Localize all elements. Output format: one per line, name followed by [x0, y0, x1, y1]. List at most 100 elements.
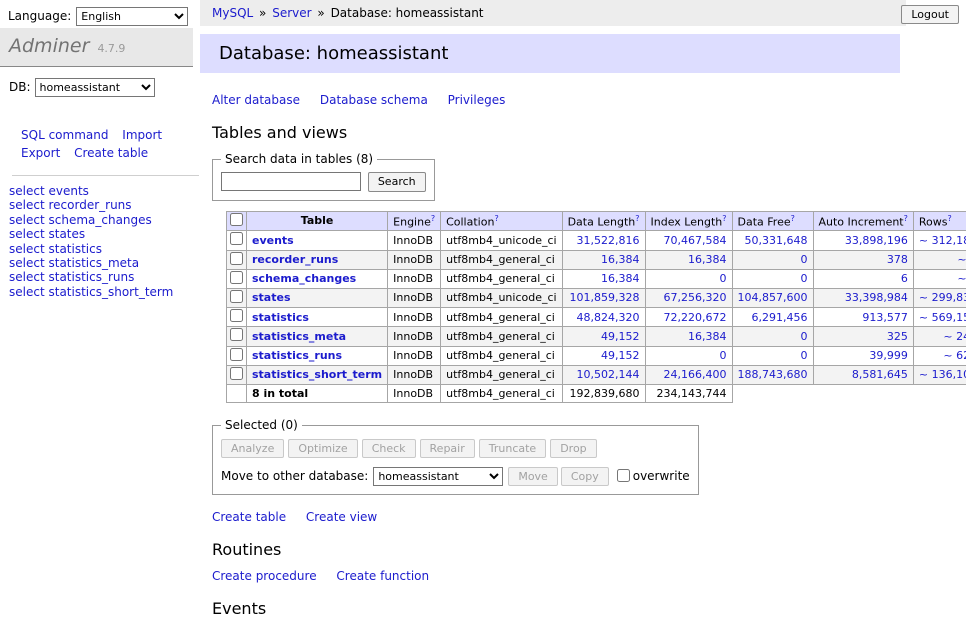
- table-link-statistics_meta[interactable]: statistics_meta: [48, 256, 139, 270]
- analyze-button[interactable]: Analyze: [221, 439, 284, 458]
- rows-link[interactable]: ~ 244: [943, 330, 966, 343]
- search-button[interactable]: Search: [368, 172, 426, 191]
- breadcrumb-link-mysql[interactable]: MySQL: [212, 6, 253, 20]
- index-length-link[interactable]: 16,384: [688, 330, 727, 343]
- breadcrumb-link-server[interactable]: Server: [272, 6, 311, 20]
- sidebar-link-sql-command[interactable]: SQL command: [21, 128, 108, 142]
- rows-help-link[interactable]: ?: [947, 214, 951, 223]
- engine-help-link[interactable]: ?: [431, 214, 435, 223]
- data-length-link[interactable]: 16,384: [601, 272, 640, 285]
- rows-link[interactable]: ~ 3: [957, 272, 966, 285]
- sidebar-link-import[interactable]: Import: [122, 128, 162, 142]
- index-length-link[interactable]: 72,220,672: [664, 311, 727, 324]
- routine-link-create-function[interactable]: Create function: [336, 569, 429, 583]
- auto-increment-link[interactable]: 8,581,645: [852, 368, 908, 381]
- data-length-link[interactable]: 49,152: [601, 349, 640, 362]
- table-name-link-recorder_runs[interactable]: recorder_runs: [252, 253, 338, 266]
- select-link-recorder_runs[interactable]: select: [9, 198, 45, 212]
- sidebar-link-export[interactable]: Export: [21, 146, 60, 160]
- select-link-statistics_runs[interactable]: select: [9, 270, 45, 284]
- data-length-link[interactable]: 31,522,816: [577, 234, 640, 247]
- routine-link-create-procedure[interactable]: Create procedure: [212, 569, 317, 583]
- data-length-link[interactable]: 10,502,144: [577, 368, 640, 381]
- table-link-schema_changes[interactable]: schema_changes: [48, 213, 151, 227]
- table-name-link-statistics[interactable]: statistics: [252, 311, 309, 324]
- data-length-link[interactable]: 49,152: [601, 330, 640, 343]
- table-link-statistics_runs[interactable]: statistics_runs: [48, 270, 134, 284]
- select-link-events[interactable]: select: [9, 184, 45, 198]
- rows-link[interactable]: ~ 628: [943, 349, 966, 362]
- auto-increment-link[interactable]: 378: [887, 253, 908, 266]
- select-all-checkbox[interactable]: [230, 213, 243, 226]
- data-free-link[interactable]: 6,291,456: [752, 311, 808, 324]
- create-link-create-table[interactable]: Create table: [212, 510, 286, 524]
- select-link-states[interactable]: select: [9, 227, 45, 241]
- rows-link[interactable]: ~ 299,833: [919, 291, 966, 304]
- table-name-link-states[interactable]: states: [252, 291, 291, 304]
- data-free-link[interactable]: 104,857,600: [738, 291, 808, 304]
- data-length-help-link[interactable]: ?: [635, 214, 639, 223]
- action-link-alter-database[interactable]: Alter database: [212, 93, 300, 107]
- row-checkbox-statistics_runs[interactable]: [230, 348, 243, 361]
- auto-increment-help-link[interactable]: ?: [904, 214, 908, 223]
- auto-increment-link[interactable]: 325: [887, 330, 908, 343]
- adminer-logo-link[interactable]: Adminer: [9, 35, 89, 57]
- rows-link[interactable]: ~ 312,180: [919, 234, 966, 247]
- index-length-link[interactable]: 0: [720, 349, 727, 362]
- action-link-privileges[interactable]: Privileges: [448, 93, 506, 107]
- data-free-link[interactable]: 188,743,680: [738, 368, 808, 381]
- table-name-link-statistics_meta[interactable]: statistics_meta: [252, 330, 346, 343]
- auto-increment-link[interactable]: 913,577: [862, 311, 908, 324]
- data-free-link[interactable]: 50,331,648: [745, 234, 808, 247]
- row-checkbox-statistics[interactable]: [230, 309, 243, 322]
- check-button[interactable]: Check: [362, 439, 416, 458]
- overwrite-checkbox[interactable]: [617, 469, 630, 482]
- row-checkbox-events[interactable]: [230, 232, 243, 245]
- index-length-help-link[interactable]: ?: [722, 214, 726, 223]
- row-checkbox-recorder_runs[interactable]: [230, 252, 243, 265]
- table-link-states[interactable]: states: [48, 227, 85, 241]
- select-link-statistics[interactable]: select: [9, 242, 45, 256]
- index-length-link[interactable]: 67,256,320: [664, 291, 727, 304]
- data-length-link[interactable]: 101,859,328: [570, 291, 640, 304]
- optimize-button[interactable]: Optimize: [288, 439, 357, 458]
- data-free-link[interactable]: 0: [801, 272, 808, 285]
- auto-increment-link[interactable]: 6: [901, 272, 908, 285]
- move-button[interactable]: Move: [508, 467, 558, 486]
- rows-link[interactable]: ~ 136,108: [919, 368, 966, 381]
- table-name-link-schema_changes[interactable]: schema_changes: [252, 272, 356, 285]
- row-checkbox-schema_changes[interactable]: [230, 271, 243, 284]
- move-db-select[interactable]: homeassistant: [373, 467, 503, 486]
- row-checkbox-statistics_short_term[interactable]: [230, 367, 243, 380]
- index-length-link[interactable]: 24,166,400: [664, 368, 727, 381]
- logout-button[interactable]: Logout: [901, 5, 959, 24]
- drop-button[interactable]: Drop: [550, 439, 596, 458]
- copy-button[interactable]: Copy: [561, 467, 609, 486]
- auto-increment-link[interactable]: 33,398,984: [845, 291, 908, 304]
- select-link-statistics_meta[interactable]: select: [9, 256, 45, 270]
- action-link-database-schema[interactable]: Database schema: [320, 93, 428, 107]
- select-link-statistics_short_term[interactable]: select: [9, 285, 45, 299]
- auto-increment-link[interactable]: 33,898,196: [845, 234, 908, 247]
- index-length-link[interactable]: 70,467,584: [664, 234, 727, 247]
- rows-link[interactable]: ~ 5: [957, 253, 966, 266]
- language-select[interactable]: English: [76, 7, 188, 26]
- table-name-link-statistics_short_term[interactable]: statistics_short_term: [252, 368, 382, 381]
- table-name-link-events[interactable]: events: [252, 234, 294, 247]
- rows-link[interactable]: ~ 569,159: [919, 311, 966, 324]
- select-link-schema_changes[interactable]: select: [9, 213, 45, 227]
- data-free-link[interactable]: 0: [801, 253, 808, 266]
- table-link-recorder_runs[interactable]: recorder_runs: [48, 198, 131, 212]
- truncate-button[interactable]: Truncate: [479, 439, 546, 458]
- index-length-link[interactable]: 16,384: [688, 253, 727, 266]
- data-free-link[interactable]: 0: [801, 330, 808, 343]
- data-length-link[interactable]: 48,824,320: [577, 311, 640, 324]
- table-link-statistics_short_term[interactable]: statistics_short_term: [48, 285, 173, 299]
- data-length-link[interactable]: 16,384: [601, 253, 640, 266]
- data-free-help-link[interactable]: ?: [791, 214, 795, 223]
- db-select[interactable]: homeassistant: [35, 78, 155, 97]
- index-length-link[interactable]: 0: [720, 272, 727, 285]
- table-link-events[interactable]: events: [48, 184, 88, 198]
- data-free-link[interactable]: 0: [801, 349, 808, 362]
- row-checkbox-states[interactable]: [230, 290, 243, 303]
